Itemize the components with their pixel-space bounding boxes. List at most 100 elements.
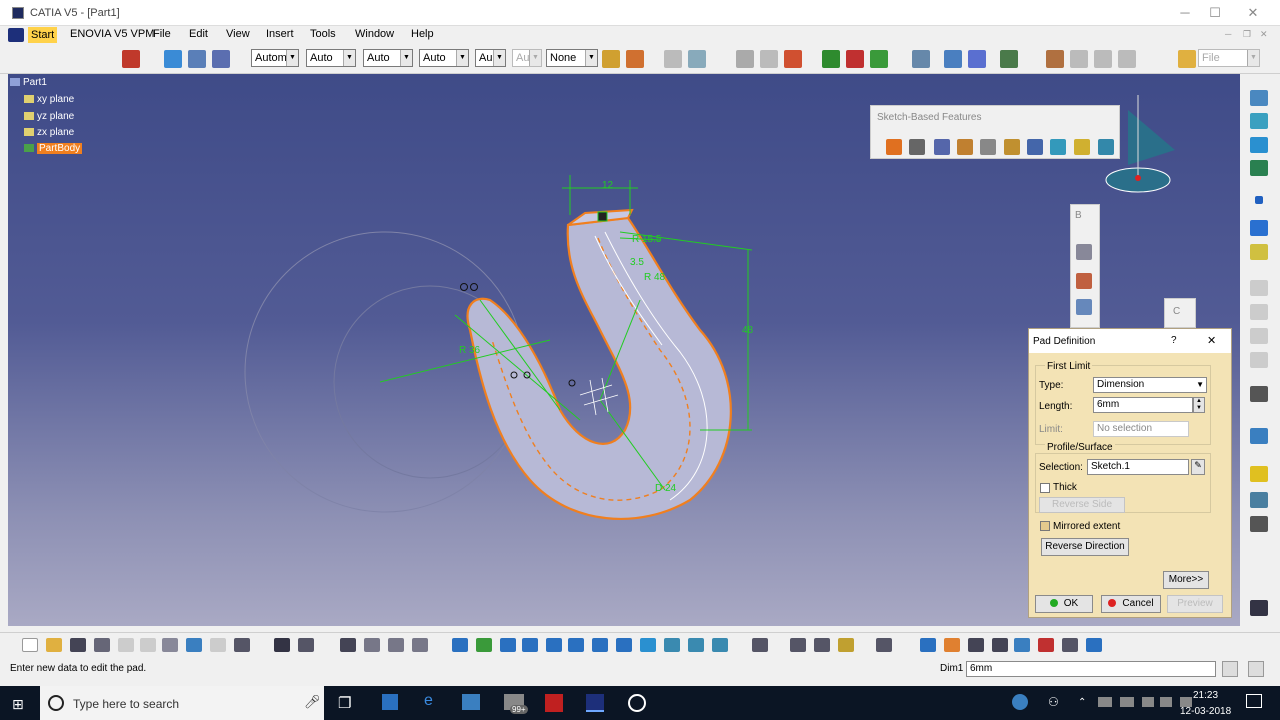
cut-icon[interactable] xyxy=(118,638,134,652)
help-button[interactable]: ? xyxy=(1171,335,1177,346)
zoom-out-icon[interactable] xyxy=(568,638,584,652)
dimension-label[interactable]: 3.5 xyxy=(630,257,644,268)
zoom-in-icon[interactable] xyxy=(546,638,562,652)
constraint-icon[interactable] xyxy=(1250,492,1268,508)
media-player-icon[interactable] xyxy=(628,694,646,712)
length-spinner[interactable]: ▲ ▼ xyxy=(1193,397,1205,413)
comment-icon[interactable] xyxy=(298,638,314,652)
edge-icon[interactable]: e xyxy=(424,692,433,710)
expand-icon[interactable] xyxy=(1248,661,1264,677)
file-explorer-icon[interactable] xyxy=(382,694,398,710)
cursor-icon[interactable] xyxy=(1250,600,1268,616)
dress-up-icon[interactable] xyxy=(1250,280,1268,296)
check-icon[interactable] xyxy=(388,638,404,652)
formula-icon[interactable] xyxy=(274,638,290,652)
fly-icon[interactable] xyxy=(452,638,468,652)
exit-icon[interactable] xyxy=(752,638,768,652)
material-icon[interactable] xyxy=(838,638,854,652)
normal-view-icon[interactable] xyxy=(592,638,608,652)
dimension-label[interactable]: R 48 xyxy=(644,272,666,283)
axis-icon[interactable] xyxy=(968,638,984,652)
dimension-label[interactable]: R 36 xyxy=(459,345,481,356)
remove-loft-icon[interactable] xyxy=(1098,139,1114,155)
transform-icon[interactable] xyxy=(1250,304,1268,320)
dim-value-input[interactable]: 6mm xyxy=(966,661,1216,677)
thickness-icon[interactable] xyxy=(1076,299,1092,315)
hide-show-icon[interactable] xyxy=(688,638,704,652)
tree-item-zx-plane[interactable]: zx plane xyxy=(24,126,74,140)
capture-icon[interactable] xyxy=(876,638,892,652)
line-tool-icon[interactable] xyxy=(1250,137,1268,153)
draft-icon[interactable] xyxy=(1076,244,1092,260)
reaction-icon[interactable] xyxy=(412,638,428,652)
analysis-icon[interactable] xyxy=(814,638,830,652)
dimension-label[interactable]: 48 xyxy=(742,325,754,336)
wifi-icon[interactable] xyxy=(1142,697,1154,707)
slot-icon[interactable] xyxy=(1027,139,1043,155)
plane-tool-icon[interactable] xyxy=(1250,113,1268,129)
open-icon[interactable] xyxy=(46,638,62,652)
sketch-icon[interactable] xyxy=(1250,428,1268,444)
microphone-icon[interactable]: 🎤︎ xyxy=(304,694,321,710)
fit-all-icon[interactable] xyxy=(476,638,492,652)
clock-date[interactable]: 12-03-2018 xyxy=(1180,706,1231,717)
paste-icon[interactable] xyxy=(162,638,178,652)
cancel-button[interactable]: Cancel xyxy=(1101,595,1161,613)
iso-view-icon[interactable] xyxy=(640,638,656,652)
help-tray-icon[interactable] xyxy=(1012,694,1028,710)
limit-input[interactable]: No selection xyxy=(1093,421,1189,437)
point-icon[interactable] xyxy=(1255,196,1263,204)
tree-item-xy-plane[interactable]: xy plane xyxy=(24,93,74,107)
type-dropdown[interactable]: Dimension ▼ xyxy=(1093,377,1207,393)
hole-icon[interactable] xyxy=(980,139,996,155)
compass-tool-icon[interactable] xyxy=(992,638,1008,652)
gear-icon[interactable] xyxy=(1250,386,1268,402)
preview-button[interactable]: Preview xyxy=(1167,595,1223,613)
acrobat-icon[interactable] xyxy=(545,694,563,712)
command-icon[interactable] xyxy=(1222,661,1238,677)
store-icon[interactable] xyxy=(462,694,480,710)
catia-taskbar-icon[interactable] xyxy=(586,694,604,712)
notifications-icon[interactable] xyxy=(1246,694,1262,708)
surface-icon[interactable] xyxy=(1250,352,1268,368)
rib-icon[interactable] xyxy=(1004,139,1020,155)
shading-icon[interactable] xyxy=(664,638,680,652)
swap-space-icon[interactable] xyxy=(712,638,728,652)
tree-root[interactable]: Part1 xyxy=(10,76,47,90)
rule-icon[interactable] xyxy=(364,638,380,652)
ok-button[interactable]: OK xyxy=(1035,595,1093,613)
part-design-icon[interactable] xyxy=(1086,638,1102,652)
task-view-icon[interactable]: ❐ xyxy=(338,694,351,712)
dimension-label[interactable]: R 15.5 xyxy=(632,234,662,245)
print-icon[interactable] xyxy=(94,638,110,652)
volume-icon[interactable] xyxy=(1160,697,1172,707)
settings-icon[interactable] xyxy=(1250,516,1268,532)
snap-point-icon[interactable] xyxy=(1038,638,1054,652)
tree-item-yz-plane[interactable]: yz plane xyxy=(24,110,74,124)
multi-view-icon[interactable] xyxy=(616,638,632,652)
sketcher-workbench-icon[interactable] xyxy=(1250,90,1268,106)
length-input[interactable]: 6mm xyxy=(1093,397,1193,413)
more-button[interactable]: More>> xyxy=(1163,571,1209,589)
dimension-label[interactable]: D 24 xyxy=(655,483,677,494)
layers-icon[interactable] xyxy=(1062,638,1078,652)
line-icon[interactable] xyxy=(1250,220,1268,236)
stiffener-icon[interactable] xyxy=(1050,139,1066,155)
shell-icon[interactable] xyxy=(1076,273,1092,289)
pad-icon[interactable] xyxy=(886,139,902,155)
taskbar-search-box[interactable]: Type here to search 🎤︎ xyxy=(40,686,324,720)
dialog-close-button[interactable]: ✕ xyxy=(1207,334,1216,347)
pan-icon[interactable] xyxy=(500,638,516,652)
reverse-side-button[interactable]: Reverse Side xyxy=(1039,497,1125,513)
network-icon[interactable] xyxy=(1098,697,1112,707)
save-icon[interactable] xyxy=(70,638,86,652)
redo-icon[interactable] xyxy=(210,638,226,652)
dimension-label[interactable]: 12 xyxy=(602,180,614,191)
new-document-icon[interactable] xyxy=(22,638,38,652)
undo-icon[interactable] xyxy=(186,638,202,652)
loft-icon[interactable] xyxy=(1074,139,1090,155)
clock-time[interactable]: 21:23 xyxy=(1193,690,1218,701)
measure-icon[interactable] xyxy=(790,638,806,652)
copy-icon[interactable] xyxy=(140,638,156,652)
battery-icon[interactable] xyxy=(1120,697,1134,707)
